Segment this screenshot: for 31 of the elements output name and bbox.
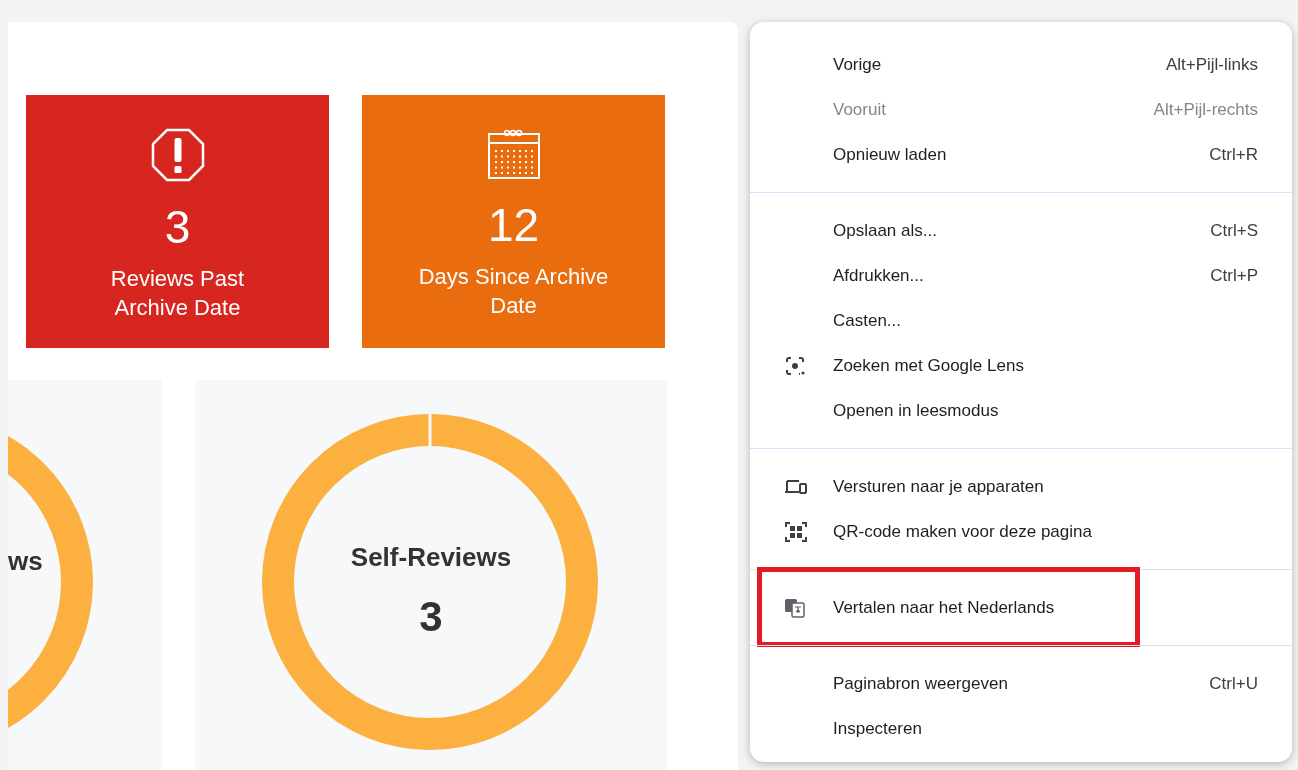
shortcut-label: Alt+Pijl-links — [1165, 53, 1258, 76]
donut-value: 3 — [419, 592, 443, 642]
shortcut-label: Ctrl+R — [1209, 143, 1258, 166]
donut-title: ws — [8, 545, 43, 578]
menu-item[interactable]: Versturen naar je apparaten — [750, 464, 1292, 509]
menu-item[interactable]: Vertalen naar het Nederlands — [750, 585, 1292, 630]
menu-item[interactable]: Zoeken met Google Lens — [750, 343, 1292, 388]
menu-item[interactable]: Paginabron weergeven Ctrl+U — [750, 661, 1292, 706]
menu-item[interactable]: Casten... — [750, 298, 1292, 343]
menu-item[interactable]: Openen in leesmodus — [750, 388, 1292, 433]
menu-item[interactable]: Inspecteren — [750, 706, 1292, 751]
menu-item[interactable]: QR-code maken voor deze pagina — [750, 509, 1292, 554]
menu-item[interactable]: Opnieuw laden Ctrl+R — [750, 132, 1292, 177]
menu-item[interactable]: Vorige Alt+Pijl-links — [750, 42, 1292, 87]
stat-label: Reviews Past Archive Date — [109, 265, 246, 322]
shortcut-label: Alt+Pijl-rechts — [1153, 98, 1258, 121]
shortcut-label: Ctrl+U — [1209, 672, 1258, 695]
menu-item[interactable]: Afdrukken... Ctrl+P — [750, 253, 1292, 298]
stat-value: 12 — [487, 202, 540, 248]
stat-value: 3 — [164, 204, 191, 250]
translate-icon — [784, 597, 806, 618]
shortcut-label: Ctrl+P — [1210, 264, 1258, 287]
calendar-icon — [486, 128, 541, 180]
donut-title: Self-Reviews — [350, 541, 512, 574]
qr-code-icon — [784, 519, 808, 544]
devices-icon — [784, 477, 808, 496]
warning-icon — [150, 128, 205, 182]
menu-item[interactable]: Opslaan als... Ctrl+S — [750, 208, 1292, 253]
shortcut-label: Ctrl+S — [1210, 219, 1258, 242]
camera-lens-icon — [784, 354, 806, 377]
stat-label: Days Since Archive Date — [417, 263, 610, 320]
